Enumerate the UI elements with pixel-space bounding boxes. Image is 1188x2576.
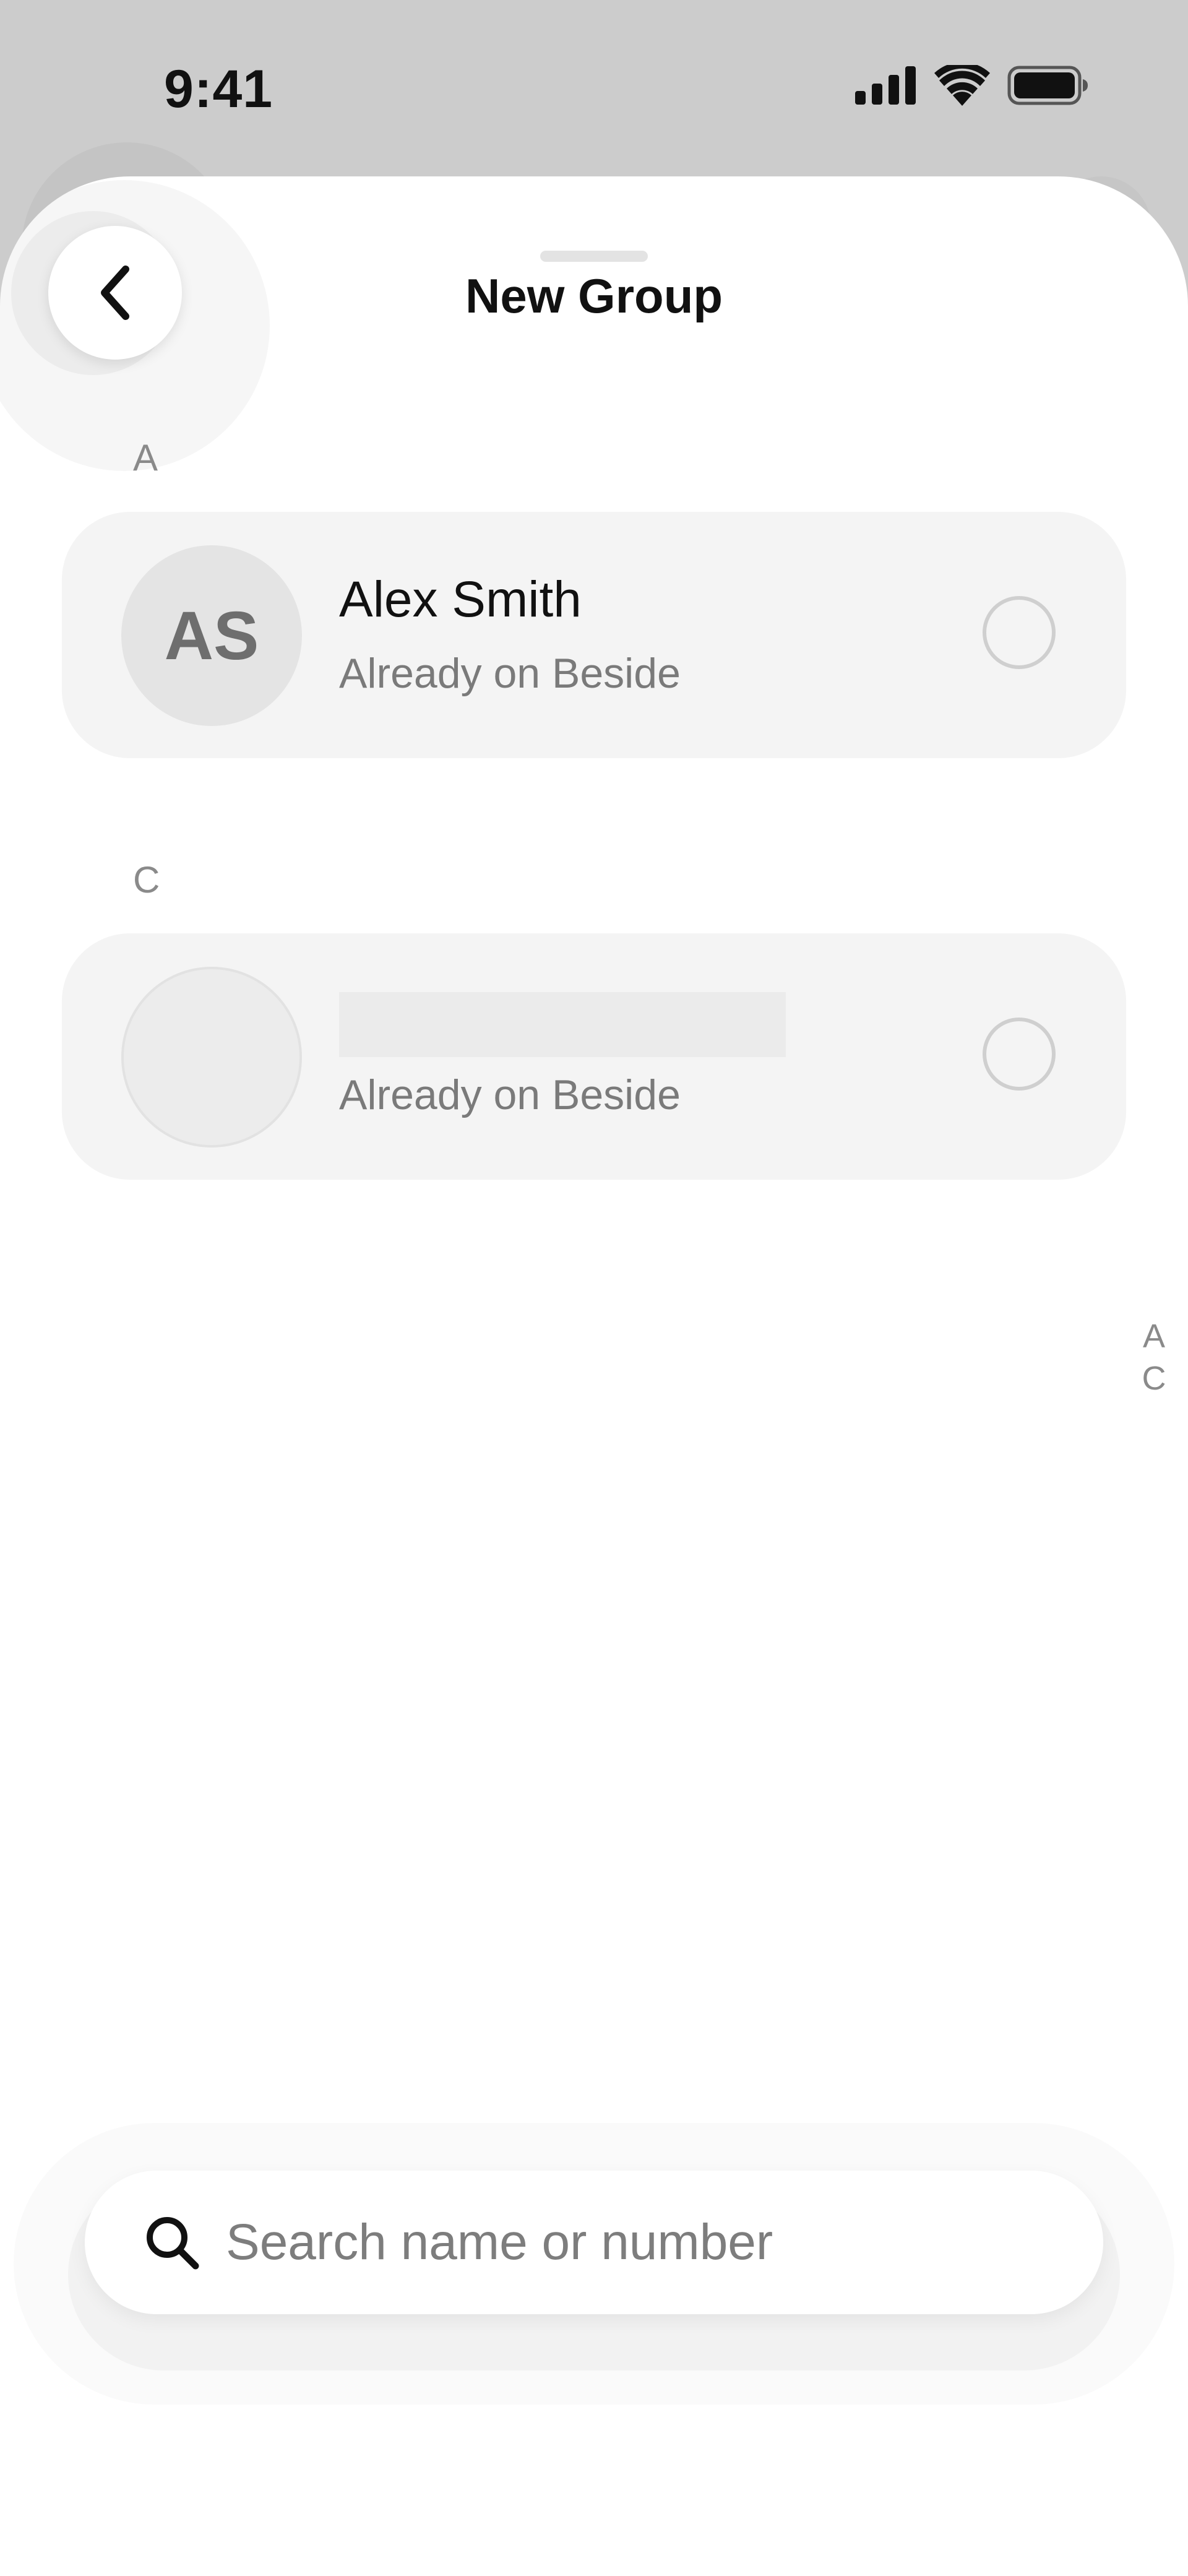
search-input[interactable]	[226, 2206, 1055, 2278]
battery-icon	[1007, 66, 1088, 105]
avatar-placeholder	[121, 967, 302, 1148]
contact-name: Alex Smith	[339, 571, 582, 628]
contact-status: Already on Beside	[339, 1071, 681, 1118]
section-header-c: C	[133, 859, 160, 901]
page-title: New Group	[465, 269, 723, 323]
search-bar[interactable]	[85, 2171, 1103, 2314]
status-icons	[855, 65, 1089, 106]
contact-row[interactable]: AS Alex Smith Already on Beside	[62, 512, 1126, 758]
select-radio[interactable]	[983, 596, 1056, 669]
sheet-grabber[interactable]	[540, 251, 648, 262]
contact-status: Already on Beside	[339, 650, 681, 697]
index-letter-a[interactable]: A	[1138, 1315, 1169, 1357]
wifi-icon	[934, 65, 990, 106]
avatar: AS	[121, 545, 302, 726]
status-time: 9:41	[164, 59, 273, 119]
alphabet-index[interactable]: A C	[1138, 1315, 1169, 1399]
index-letter-c[interactable]: C	[1138, 1357, 1169, 1399]
search-icon	[147, 2217, 199, 2270]
status-bar: 9:41	[0, 0, 1188, 176]
select-radio[interactable]	[983, 1018, 1056, 1091]
cellular-signal-icon	[855, 66, 916, 105]
section-header-a: A	[133, 437, 158, 478]
contact-name-placeholder	[339, 992, 786, 1057]
app-screen: 9:41 New Group A AS Alex Smith Already o…	[0, 0, 1188, 2576]
contact-row[interactable]: Already on Beside	[62, 933, 1126, 1180]
